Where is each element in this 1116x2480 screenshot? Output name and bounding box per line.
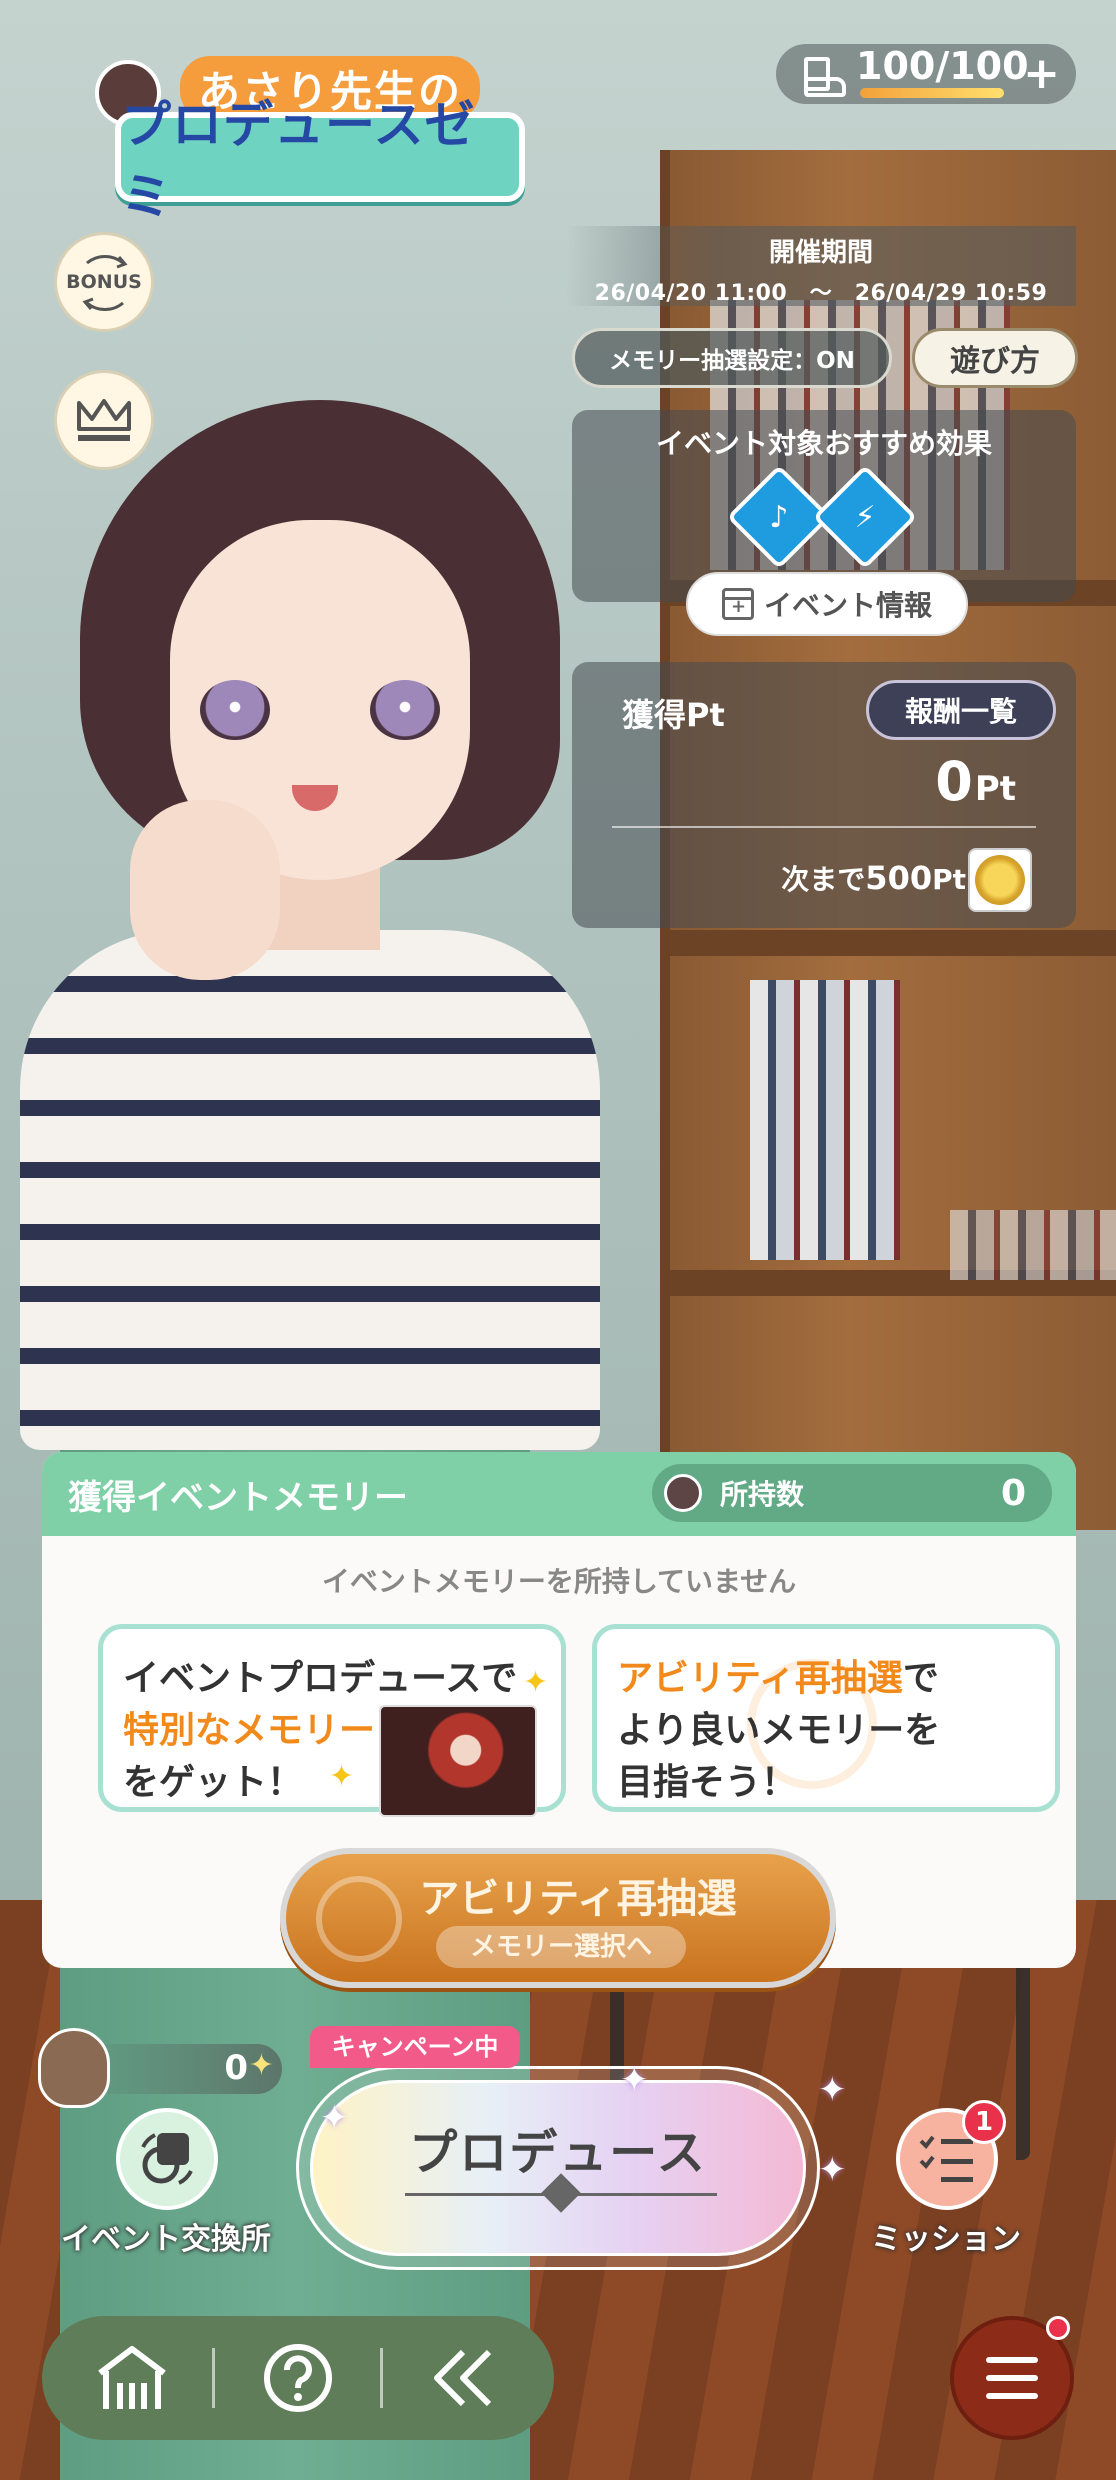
- tip2-line1: で: [902, 1658, 939, 1699]
- campaign-badge: キャンペーン中: [310, 2026, 520, 2068]
- recommended-effects-title: イベント対象おすすめ効果: [655, 427, 992, 460]
- points-divider: [612, 826, 1036, 828]
- sparkle-icon: ✦: [320, 2098, 349, 2138]
- help-icon: [264, 2344, 332, 2412]
- stamina-display[interactable]: 100/100 +: [776, 44, 1076, 104]
- points-value: 0Pt: [935, 750, 1016, 813]
- sparkle-icon: ✦: [818, 2070, 847, 2110]
- event-info-label: イベント情報: [763, 589, 932, 622]
- exchange-icon: [141, 2133, 193, 2185]
- reroll-sub-label: メモリー選択へ: [436, 1926, 686, 1968]
- owned-label: 所持数: [720, 1478, 805, 1511]
- tip1-line1: イベントプロデュースで: [123, 1658, 518, 1699]
- reroll-main-label: アビリティ再抽選: [419, 1876, 737, 1922]
- next-reward-medal-icon[interactable]: [968, 848, 1032, 912]
- tip2-line3: 目指そう！: [617, 1762, 798, 1803]
- produce-button[interactable]: プロデュース: [310, 2080, 806, 2256]
- points-panel: 獲得Pt 報酬一覧 0Pt 次まで500Pt: [572, 662, 1076, 928]
- back-button[interactable]: [422, 2336, 506, 2420]
- sparkle-icon: ✦: [523, 1665, 549, 1700]
- event-coin-count: 0: [224, 2048, 248, 2088]
- home-button[interactable]: [90, 2336, 174, 2420]
- crown-icon: [77, 399, 131, 441]
- checklist-icon: [919, 2135, 973, 2182]
- ability-reroll-button[interactable]: アビリティ再抽選 メモリー選択へ: [280, 1848, 836, 1988]
- period-dates: 26/04/20 11:00 ～ 26/04/29 10:59: [594, 281, 1048, 306]
- logo-title-plate: プロデュースゼミ: [115, 96, 525, 226]
- sparkle-icon: ✦: [620, 2060, 649, 2100]
- refresh-arrows-icon: [82, 255, 128, 311]
- help-button[interactable]: [256, 2336, 340, 2420]
- memory-avatar-icon: [664, 1474, 702, 1512]
- sparkle-icon: ✦: [818, 2150, 847, 2190]
- tip-card-reroll: アビリティ再抽選で より良いメモリーを 目指そう！: [592, 1624, 1060, 1812]
- stamina-bar: [860, 88, 1004, 98]
- period-title: 開催期間: [768, 238, 873, 268]
- produce-label: プロデュース: [409, 2125, 707, 2181]
- memory-setting-button[interactable]: メモリー抽選設定：ON: [572, 328, 892, 388]
- boot-icon: [800, 57, 846, 97]
- mission-label: ミッション: [871, 2222, 1021, 2257]
- reward-list-button[interactable]: 報酬一覧: [866, 680, 1056, 740]
- bear-mascot-icon: [38, 2028, 110, 2108]
- effect-dance-icon[interactable]: ⚡: [812, 464, 918, 570]
- mission-notification-badge: 1: [962, 2100, 1006, 2144]
- calendar-icon: [721, 588, 754, 620]
- how-to-play-button[interactable]: 遊び方: [912, 328, 1078, 388]
- points-label: 獲得Pt: [622, 696, 725, 734]
- hamburger-menu-icon: [986, 2357, 1038, 2399]
- stamina-add-button[interactable]: +: [1023, 48, 1060, 99]
- event-exchange-button[interactable]: [116, 2108, 218, 2210]
- memory-owned-count: 所持数 0: [652, 1464, 1052, 1522]
- memory-card-thumbnail: [379, 1705, 537, 1817]
- next-reward-text: 次まで500Pt: [781, 859, 966, 897]
- tip2-line1-highlight: アビリティ再抽選: [617, 1658, 903, 1699]
- logo-title-line2: プロデュースゼミ: [121, 96, 476, 226]
- event-logo: あさり先生の プロデュースゼミ: [95, 50, 535, 226]
- event-period: 開催期間 26/04/20 11:00 ～ 26/04/29 10:59: [566, 226, 1076, 306]
- sparkle-icon: ✦: [329, 1759, 355, 1794]
- ranking-button[interactable]: [54, 370, 154, 470]
- tip2-line2: より良いメモリーを: [617, 1710, 941, 1751]
- menu-notification-dot: [1046, 2316, 1070, 2340]
- memory-panel-header: 獲得イベントメモリー 所持数 0: [42, 1452, 1076, 1536]
- memory-empty-message: イベントメモリーを所持していません: [321, 1565, 797, 1598]
- home-icon: [98, 2346, 166, 2409]
- sparkle-icon: ✦: [248, 2048, 274, 2083]
- bottom-nav-bar: [42, 2316, 554, 2440]
- memory-panel-title: 獲得イベントメモリー: [68, 1478, 408, 1518]
- event-exchange-label: イベント交換所: [61, 2222, 271, 2257]
- event-info-button[interactable]: イベント情報: [686, 572, 968, 636]
- double-chevron-left-icon: [434, 2349, 492, 2407]
- tip-card-produce: イベントプロデュースで 特別なメモリー をゲット！ ✦ ✦: [98, 1624, 566, 1817]
- bonus-button[interactable]: BONUS: [54, 232, 154, 332]
- stamina-value: 100/100: [856, 44, 1029, 88]
- owned-count: 0: [1000, 1472, 1026, 1514]
